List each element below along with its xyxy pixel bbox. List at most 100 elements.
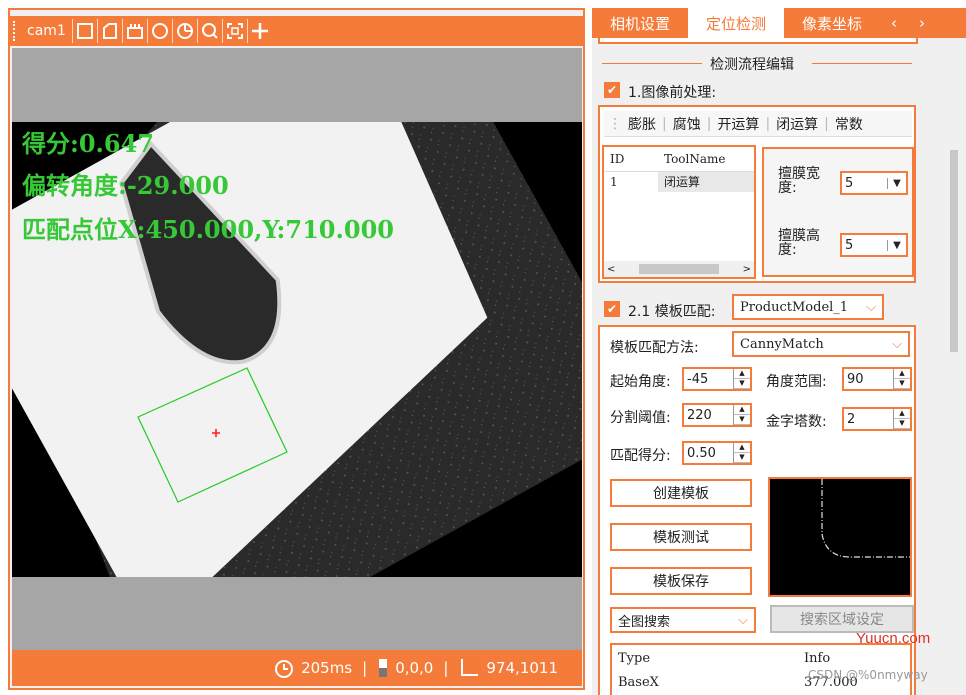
match-checkbox[interactable]: ✔ [604, 301, 620, 317]
overlay-position: 匹配点位X:450.000,Y:710.000 [22, 215, 394, 244]
tab-next-icon[interactable]: › [908, 8, 936, 38]
watermark-site: Yuucn.com [856, 630, 931, 647]
col-id: ID [610, 152, 625, 166]
spin-arrows-icon[interactable]: ▲ ▼ [893, 369, 910, 389]
tool-table: ID ToolName 1 闭运算 < > [602, 145, 756, 279]
save-template-button[interactable]: 模板保存 [610, 567, 752, 595]
zoom-icon[interactable] [196, 19, 222, 43]
angle-range-spinbox[interactable]: 90 ▲ ▼ [842, 367, 912, 391]
row-toolname: 闭运算 [658, 172, 754, 192]
kernel-width-value: 5 [845, 175, 854, 191]
op-erode[interactable]: 腐蚀 [673, 114, 701, 134]
camera-statusbar: 205ms | 0,0,0 | 974,1011 [12, 650, 582, 686]
chevron-down-icon: ⌵ [866, 299, 876, 315]
threshold-spinbox[interactable]: 220 ▲ ▼ [682, 403, 752, 427]
template-contour [821, 479, 910, 558]
pyramid-value: 2 [847, 411, 856, 427]
op-close[interactable]: 闭运算 [776, 114, 818, 134]
scroll-thumb[interactable] [950, 150, 958, 352]
camera-toolbar: cam1 [10, 16, 583, 46]
tab-prev-icon[interactable]: ‹ [880, 8, 908, 38]
gray-level-icon [379, 659, 388, 677]
score-label: 匹配得分: [610, 448, 671, 464]
spin-arrows-icon[interactable]: ▲ ▼ [893, 409, 910, 429]
spin-arrows-icon[interactable]: ▲ ▼ [733, 443, 750, 463]
polygon-icon[interactable] [96, 19, 122, 43]
mask-icon[interactable] [121, 19, 147, 43]
op-constant[interactable]: 常数 [835, 114, 863, 134]
status-time: 205ms [301, 659, 353, 677]
chevron-down-icon: ⌵ [738, 612, 748, 628]
method-value: CannyMatch [740, 336, 824, 352]
score-value: 0.50 [687, 445, 716, 461]
kernel-height-label: 擅膜高度: [778, 228, 820, 258]
op-open[interactable]: 开运算 [717, 114, 759, 134]
pyramid-label: 金字塔数: [766, 414, 827, 430]
coordinate-icon [461, 659, 479, 676]
search-mode-select[interactable]: 全图搜索 ⌵ [610, 607, 756, 633]
test-template-button[interactable]: 模板测试 [610, 523, 752, 551]
tab-pixel-coords[interactable]: 像素坐标 [784, 8, 880, 38]
status-gray: 0,0,0 [395, 659, 434, 677]
pyramid-spinbox[interactable]: 2 ▲ ▼ [842, 407, 912, 431]
threshold-value: 220 [687, 407, 712, 423]
kernel-height-value: 5 [845, 237, 854, 253]
tab-camera-settings[interactable]: 相机设置 [592, 8, 688, 38]
result-overlay: 得分:0.647 偏转角度:-29.000 匹配点位X:450.000,Y:71… [12, 122, 582, 244]
search-area-button[interactable]: 搜索区域设定 [770, 605, 914, 633]
tab-locate-detect[interactable]: 定位检测 [688, 8, 785, 38]
start-angle-value: -45 [687, 371, 709, 387]
title-rule-right [812, 63, 912, 64]
alarm-clock-icon [275, 660, 294, 678]
panel-vscrollbar[interactable] [944, 38, 964, 695]
search-mode-value: 全图搜索 [618, 614, 671, 630]
match-label: 2.1 模板匹配: [628, 304, 716, 320]
spin-arrows-icon[interactable]: ▲ ▼ [733, 369, 750, 389]
flow-title: 检测流程编辑 [710, 57, 794, 73]
row-id: 1 [610, 175, 618, 189]
threshold-label: 分割阈值: [610, 410, 671, 426]
kernel-width-label: 擅膜宽度: [778, 166, 820, 196]
fit-icon[interactable] [221, 19, 247, 43]
dropdown-arrow-icon: ▼ [887, 177, 906, 189]
kernel-settings: 擅膜宽度: 5 ▼ 擅膜高度: 5 ▼ [762, 147, 914, 277]
start-angle-spinbox[interactable]: -45 ▲ ▼ [682, 367, 752, 391]
toolbar-grip[interactable] [13, 21, 25, 41]
kernel-height-select[interactable]: 5 ▼ [840, 233, 908, 257]
spin-arrows-icon[interactable]: ▲ ▼ [733, 405, 750, 425]
angle-range-value: 90 [847, 371, 864, 387]
col-info: Info [804, 650, 831, 666]
circle-icon[interactable] [146, 19, 172, 43]
detection-panel: 检测流程编辑 ✔ 1.图像前处理: ⋮ 膨胀 | 腐蚀 | 开运算 | 闭运算 | 常数… [592, 38, 966, 695]
crosshair-icon[interactable] [246, 19, 272, 43]
angle-range-label: 角度范围: [766, 374, 827, 390]
tab-bar: 相机设置 定位检测 像素坐标 ‹ › [592, 8, 966, 38]
overlay-score: 得分:0.647 [22, 129, 155, 158]
op-toolbar: ⋮ 膨胀 | 腐蚀 | 开运算 | 闭运算 | 常数 [604, 111, 912, 137]
overlay-angle: 偏转角度:-29.000 [22, 171, 229, 200]
kernel-width-select[interactable]: 5 ▼ [840, 171, 908, 195]
op-dilate[interactable]: 膨胀 [628, 114, 656, 134]
table-hscrollbar[interactable]: < > [604, 261, 754, 277]
model-select[interactable]: ProductModel_1 ⌵ [732, 294, 884, 320]
start-angle-label: 起始角度: [610, 374, 671, 390]
dropdown-arrow-icon: ▼ [887, 239, 906, 251]
preprocess-checkbox[interactable]: ✔ [604, 82, 620, 98]
title-rule-left [602, 63, 702, 64]
score-spinbox[interactable]: 0.50 ▲ ▼ [682, 441, 752, 465]
table-row[interactable]: 1 闭运算 [604, 172, 754, 192]
create-template-button[interactable]: 创建模板 [610, 479, 752, 507]
col-type: Type [618, 650, 651, 666]
method-select[interactable]: CannyMatch ⌵ [732, 331, 910, 357]
rect-icon[interactable] [71, 19, 97, 43]
chevron-down-icon: ⌵ [892, 336, 902, 352]
preprocess-label: 1.图像前处理: [628, 85, 717, 101]
model-value: ProductModel_1 [740, 299, 849, 315]
preprocess-box: ⋮ 膨胀 | 腐蚀 | 开运算 | 闭运算 | 常数 ID ToolName 1 闭运算… [598, 105, 916, 283]
result-type: BaseX [618, 674, 659, 690]
prev-section-box [598, 38, 918, 44]
tool-table-header: ID ToolName [604, 147, 754, 172]
method-label: 模板匹配方法: [610, 340, 699, 356]
watermark-csdn: CSDN @%0nmyway [808, 668, 928, 682]
pie-icon[interactable] [171, 19, 197, 43]
